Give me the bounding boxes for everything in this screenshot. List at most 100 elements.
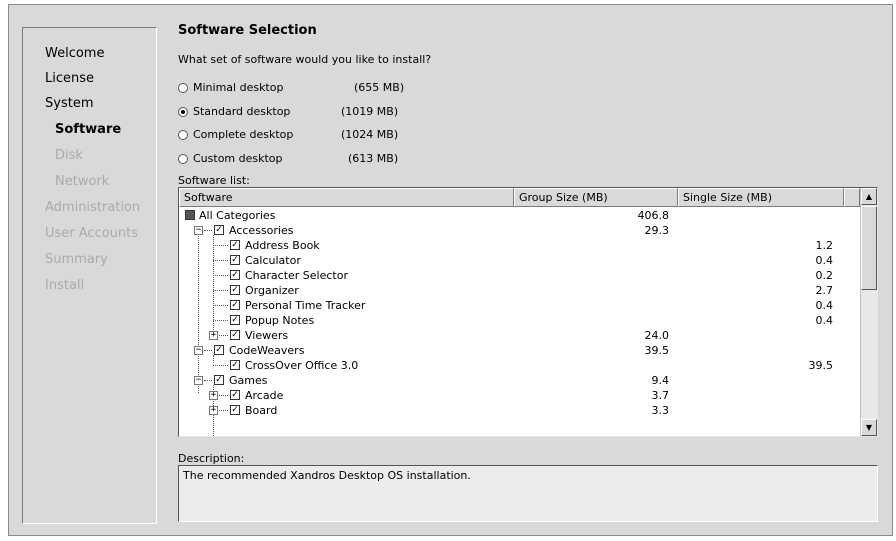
- step-system: System: [45, 96, 94, 111]
- row-single-size: 0.2: [815, 269, 834, 282]
- tree-row-organizer[interactable]: ✓ Organizer 2.7: [179, 283, 860, 298]
- option-size: (1024 MB): [341, 128, 399, 141]
- option-minimal-desktop[interactable]: Minimal desktop (655 MB): [178, 81, 408, 95]
- tree-row-accessories[interactable]: − ✓ Accessories 29.3: [179, 223, 860, 238]
- option-size: (655 MB): [354, 81, 405, 94]
- tree-line: [213, 365, 228, 366]
- option-label: Custom desktop: [193, 152, 283, 165]
- description-box: The recommended Xandros Desktop OS insta…: [178, 465, 878, 522]
- option-custom-desktop[interactable]: Custom desktop (613 MB): [178, 152, 408, 166]
- checkbox-icon[interactable]: ✓: [214, 345, 224, 355]
- step-administration: Administration: [45, 200, 141, 215]
- column-header-software[interactable]: Software: [179, 188, 514, 207]
- radio-button[interactable]: [178, 130, 188, 140]
- checkbox-icon[interactable]: ✓: [230, 300, 240, 310]
- tree-line: [213, 290, 228, 291]
- option-complete-desktop[interactable]: Complete desktop (1024 MB): [178, 128, 408, 142]
- option-standard-desktop[interactable]: Standard desktop (1019 MB): [178, 105, 408, 119]
- expand-icon[interactable]: +: [209, 391, 218, 400]
- tree-row-arcade[interactable]: + ✓ Arcade 3.7: [179, 388, 860, 403]
- row-group-size: 39.5: [644, 344, 670, 357]
- row-single-size: 1.2: [815, 239, 834, 252]
- option-size: (1019 MB): [341, 105, 399, 118]
- collapse-icon[interactable]: −: [194, 226, 203, 235]
- option-label: Minimal desktop: [193, 81, 284, 94]
- radio-button[interactable]: [178, 83, 188, 93]
- expand-icon[interactable]: +: [209, 406, 218, 415]
- vertical-scrollbar[interactable]: ▲ ▼: [860, 188, 877, 436]
- expand-icon[interactable]: +: [209, 331, 218, 340]
- row-name: Popup Notes: [245, 314, 315, 327]
- row-name: Organizer: [245, 284, 299, 297]
- tree-row-codeweavers[interactable]: − ✓ CodeWeavers 39.5: [179, 343, 860, 358]
- scroll-down-arrow-icon[interactable]: ▼: [861, 419, 877, 436]
- tree-line: [213, 320, 228, 321]
- radio-button[interactable]: [178, 154, 188, 164]
- collapse-icon[interactable]: −: [194, 376, 203, 385]
- software-list-label: Software list:: [178, 174, 250, 187]
- row-name: Personal Time Tracker: [245, 299, 366, 312]
- tree-line: [213, 245, 228, 246]
- row-single-size: 39.5: [808, 359, 834, 372]
- software-list[interactable]: Software Group Size (MB) Single Size (MB…: [178, 187, 878, 437]
- tree-row-calculator[interactable]: ✓ Calculator 0.4: [179, 253, 860, 268]
- step-license: License: [45, 71, 95, 86]
- row-group-size: 3.3: [651, 404, 670, 417]
- checkbox-icon[interactable]: ✓: [230, 270, 240, 280]
- checkbox-icon[interactable]: ✓: [230, 255, 240, 265]
- row-group-size: 9.4: [651, 374, 670, 387]
- scroll-thumb[interactable]: [861, 206, 877, 290]
- tree-line: [204, 380, 212, 381]
- step-network: Network: [55, 174, 110, 189]
- tree-line: [219, 395, 228, 396]
- radio-button[interactable]: [178, 107, 188, 117]
- row-name: CodeWeavers: [229, 344, 305, 357]
- checkbox-icon[interactable]: ✓: [230, 240, 240, 250]
- tree-row-crossover-office[interactable]: ✓ CrossOver Office 3.0 39.5: [179, 358, 860, 373]
- row-name: Viewers: [245, 329, 289, 342]
- row-single-size: 0.4: [815, 254, 834, 267]
- checkbox-icon[interactable]: ✓: [230, 390, 240, 400]
- checkbox-icon[interactable]: ✓: [230, 285, 240, 295]
- checkbox-icon[interactable]: ✓: [230, 360, 240, 370]
- row-single-size: 2.7: [815, 284, 834, 297]
- tree-line: [204, 230, 212, 231]
- row-name: Character Selector: [245, 269, 348, 282]
- scroll-up-arrow-icon[interactable]: ▲: [861, 188, 877, 205]
- checkbox-icon[interactable]: ✓: [230, 405, 240, 415]
- tree-line: [219, 335, 228, 336]
- column-header-single-size[interactable]: Single Size (MB): [678, 188, 844, 207]
- column-header-filler: [844, 188, 860, 207]
- row-name: Games: [229, 374, 268, 387]
- list-header: Software Group Size (MB) Single Size (MB…: [179, 188, 860, 207]
- tree-row-board[interactable]: + ✓ Board 3.3: [179, 403, 860, 418]
- tree-row-all-categories[interactable]: All Categories 406.8: [179, 208, 860, 223]
- checkbox-icon[interactable]: ✓: [214, 375, 224, 385]
- row-group-size: 29.3: [644, 224, 670, 237]
- step-install: Install: [45, 278, 85, 293]
- description-text: The recommended Xandros Desktop OS insta…: [183, 469, 471, 482]
- tree-row-personal-time-tracker[interactable]: ✓ Personal Time Tracker 0.4: [179, 298, 860, 313]
- row-group-size: 406.8: [637, 209, 670, 222]
- steps-sidebar: Welcome License System Software Disk Net…: [22, 27, 157, 524]
- column-header-group-size[interactable]: Group Size (MB): [514, 188, 678, 207]
- row-single-size: 0.4: [815, 299, 834, 312]
- row-name: Address Book: [245, 239, 320, 252]
- checkbox-icon[interactable]: ✓: [230, 330, 240, 340]
- page-title: Software Selection: [178, 23, 317, 38]
- tree-row-address-book[interactable]: ✓ Address Book 1.2: [179, 238, 860, 253]
- tree-line: [204, 350, 212, 351]
- tree-line: [213, 275, 228, 276]
- tree-row-games[interactable]: − ✓ Games 9.4: [179, 373, 860, 388]
- checkbox-icon[interactable]: ✓: [230, 315, 240, 325]
- tree-row-popup-notes[interactable]: ✓ Popup Notes 0.4: [179, 313, 860, 328]
- row-name: Board: [245, 404, 278, 417]
- checkbox-icon[interactable]: [185, 210, 195, 220]
- option-size: (613 MB): [348, 152, 399, 165]
- step-summary: Summary: [45, 252, 108, 267]
- tree-row-viewers[interactable]: + ✓ Viewers 24.0: [179, 328, 860, 343]
- row-name: Arcade: [245, 389, 284, 402]
- tree-row-character-selector[interactable]: ✓ Character Selector 0.2: [179, 268, 860, 283]
- collapse-icon[interactable]: −: [194, 346, 203, 355]
- checkbox-icon[interactable]: ✓: [214, 225, 224, 235]
